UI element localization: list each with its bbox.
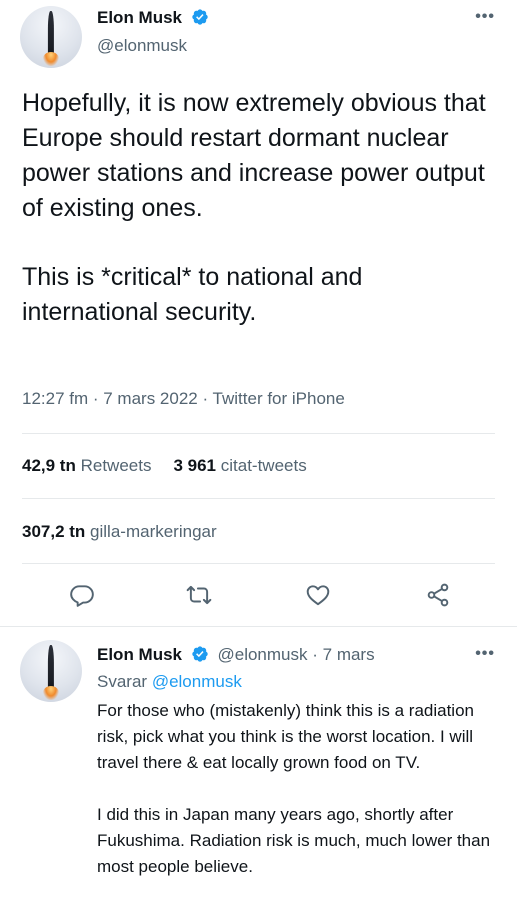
tweet-separator: [0, 626, 517, 627]
avatar[interactable]: [20, 6, 82, 68]
action-bar: [0, 578, 517, 614]
divider: [22, 563, 495, 564]
reply-date[interactable]: 7 mars: [323, 645, 375, 664]
like-button[interactable]: [303, 578, 333, 612]
retweets-stat[interactable]: 42,9 tn Retweets: [22, 456, 151, 475]
more-options-icon[interactable]: •••: [475, 645, 495, 663]
author-name-row[interactable]: Elon Musk: [97, 8, 209, 28]
replying-to: Svarar @elonmusk: [97, 672, 242, 692]
likes-stat[interactable]: 307,2 tn gilla-markeringar: [22, 522, 217, 541]
verified-badge-icon: [192, 646, 208, 662]
rocket-image: [47, 10, 55, 56]
quotes-stat[interactable]: 3 961 citat-tweets: [173, 456, 306, 475]
author-handle[interactable]: @elonmusk: [217, 645, 307, 664]
more-options-icon[interactable]: •••: [475, 8, 495, 26]
divider: [22, 433, 495, 434]
tweet-timestamp[interactable]: 12:27 fm · 7 mars 2022 · Twitter for iPh…: [22, 389, 345, 409]
reply-button[interactable]: [67, 578, 97, 612]
tweet-paragraph: This is *critical* to national and inter…: [22, 263, 363, 326]
author-name[interactable]: Elon Musk: [97, 645, 182, 664]
avatar[interactable]: [20, 640, 82, 702]
engagement-stats: 42,9 tn Retweets 3 961 citat-tweets: [22, 456, 307, 476]
rocket-image: [47, 644, 55, 690]
separator-dot: ·: [312, 645, 318, 664]
replying-prefix: Svarar: [97, 672, 148, 691]
reply-text: For those who (mistakenly) think this is…: [97, 698, 497, 880]
author-name[interactable]: Elon Musk: [97, 8, 182, 27]
retweet-button[interactable]: [184, 578, 214, 612]
like-icon: [306, 585, 330, 606]
reply-icon: [70, 585, 94, 607]
replying-to-link[interactable]: @elonmusk: [152, 672, 242, 691]
quotes-label: citat-tweets: [220, 456, 307, 475]
verified-badge-icon: [192, 9, 208, 25]
retweets-label: Retweets: [80, 456, 152, 475]
retweet-icon: [186, 585, 212, 605]
rocket-flame: [42, 51, 60, 66]
reply-header: Elon Musk @elonmusk · 7 mars: [97, 645, 375, 665]
reply-paragraph: For those who (mistakenly) think this is…: [97, 701, 474, 772]
share-icon: [427, 583, 449, 607]
share-button[interactable]: [423, 578, 453, 612]
retweets-count: 42,9 tn: [22, 456, 76, 475]
tweet-text: Hopefully, it is now extremely obvious t…: [22, 86, 500, 330]
likes-stats: 307,2 tn gilla-markeringar: [22, 522, 217, 542]
reply-paragraph: I did this in Japan many years ago, shor…: [97, 805, 491, 876]
likes-label: gilla-markeringar: [90, 522, 217, 541]
quotes-count: 3 961: [173, 456, 217, 475]
likes-count: 307,2 tn: [22, 522, 86, 541]
tweet-paragraph: Hopefully, it is now extremely obvious t…: [22, 89, 486, 222]
divider: [22, 498, 495, 499]
rocket-flame: [42, 685, 60, 700]
author-handle[interactable]: @elonmusk: [97, 36, 187, 56]
